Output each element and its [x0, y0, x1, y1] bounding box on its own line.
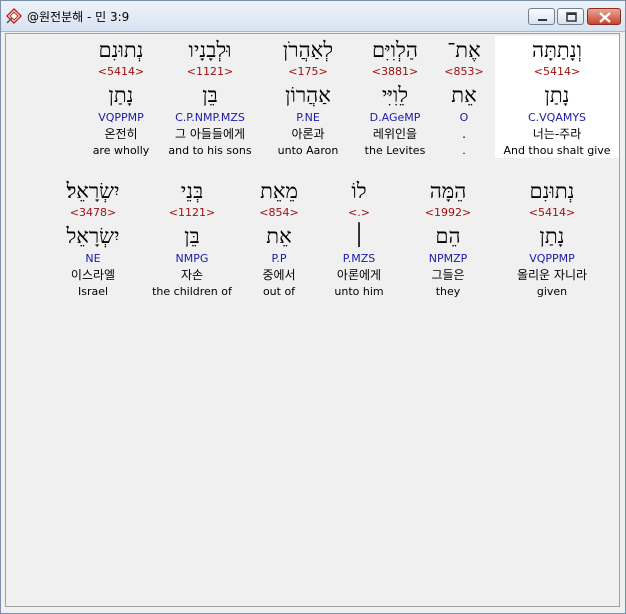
lemma-word: נָתַן	[544, 83, 570, 107]
word-column[interactable]: מֵאֵת <854> אֵת P.P 중에서 out of	[241, 177, 317, 299]
english-gloss: .	[462, 144, 466, 157]
korean-gloss: 아론에게	[336, 268, 382, 282]
english-gloss: unto him	[334, 285, 384, 298]
strong-number: <3478>	[69, 206, 117, 219]
hebrew-word: הַלְוִיִּם	[372, 38, 418, 62]
strong-number: <5414>	[533, 65, 581, 78]
close-button[interactable]	[587, 8, 621, 25]
maximize-button[interactable]	[557, 8, 584, 25]
minimize-button[interactable]	[528, 8, 555, 25]
korean-gloss: .	[462, 127, 466, 141]
lemma-word: אֵת	[266, 224, 292, 248]
morph-code: NMPG	[175, 252, 209, 265]
strong-number: <3881>	[371, 65, 419, 78]
word-column[interactable]: נְתוּנִם <5414> נָתַן VQPPMP 온전히 are wholly	[81, 36, 161, 158]
hebrew-word: לְאַהֲרֹן	[282, 38, 334, 62]
english-gloss: and to his sons	[168, 144, 252, 157]
strong-number: <853>	[444, 65, 484, 78]
korean-gloss: 온전히	[104, 127, 138, 141]
interlinear-content: וְנָתַתָּה <5414> נָתַן C.VQAMYS 너는-주라 And th…	[5, 33, 620, 607]
english-gloss: the children of	[152, 285, 232, 298]
english-gloss: they	[435, 285, 461, 298]
strong-number: <175>	[288, 65, 328, 78]
hebrew-word: וּלְבָנָיו	[188, 38, 232, 62]
lemma-word: הֵם	[435, 224, 461, 248]
korean-gloss: 레위인을	[372, 127, 418, 141]
lemma-word: אַהֲרוֹן	[285, 83, 331, 107]
korean-gloss: 그 아들들에게	[174, 127, 246, 141]
hebrew-word: לוֹ	[351, 179, 367, 203]
hebrew-word: נְתוּנִם	[98, 38, 144, 62]
strong-number: <854>	[259, 206, 299, 219]
close-icon	[599, 12, 611, 23]
english-gloss: are wholly	[92, 144, 150, 157]
morph-code: VQPPMP	[98, 111, 144, 124]
english-gloss: the Levites	[364, 144, 426, 157]
morph-code: O	[459, 111, 469, 124]
word-column[interactable]: הַלְוִיִּם <3881> לֵוִיִּי D.AGeMP 레위인을 the L…	[357, 36, 433, 158]
hebrew-word: מֵאֵת	[260, 179, 298, 203]
hebrew-word: נְתוּנִם	[529, 179, 575, 203]
morph-code: P.P	[271, 252, 287, 265]
korean-gloss: 이스라엘	[70, 268, 116, 282]
strong-number: <.>	[348, 206, 370, 219]
lemma-word: ׀	[353, 224, 365, 248]
morph-code: NPMZP	[428, 252, 468, 265]
hebrew-word: וְנָתַתָּה	[532, 38, 582, 62]
morph-code: NE	[85, 252, 101, 265]
lemma-word: בֵּן	[184, 224, 200, 248]
lemma-word: אֵת	[451, 83, 477, 107]
morph-code: C.P.NMP.MZS	[175, 111, 245, 124]
english-gloss: out of	[262, 285, 296, 298]
word-column[interactable]: הֵמָּה <1992> הֵם NPMZP 그들은 they	[401, 177, 495, 299]
lemma-word: יִשְׂרָאֵל	[66, 224, 120, 248]
morph-code: D.AGeMP	[369, 111, 421, 124]
morph-code: P.NE	[296, 111, 320, 124]
lemma-word: נָתַן	[539, 224, 565, 248]
hebrew-word: אֶת־	[447, 38, 481, 62]
strong-number: <1992>	[424, 206, 472, 219]
strong-number: <1121>	[186, 65, 234, 78]
strong-number: <5414>	[97, 65, 145, 78]
english-gloss: Israel	[77, 285, 109, 298]
minimize-icon	[538, 19, 547, 21]
word-column[interactable]: נְתוּנִם <5414> נָתַן VQPPMP 올리운 자니라 given	[495, 177, 609, 299]
morph-code: P.MZS	[342, 252, 376, 265]
word-column[interactable]: לְאַהֲרֹן <175> אַהֲרוֹן P.NE 아론과 unto Aaron	[259, 36, 357, 158]
korean-gloss: 너는-주라	[532, 127, 582, 141]
korean-gloss: 자손	[180, 268, 204, 282]
korean-gloss: 그들은	[431, 268, 465, 282]
english-gloss: given	[536, 285, 568, 298]
lemma-word: נָתַן	[108, 83, 134, 107]
korean-gloss: 아론과	[291, 127, 325, 141]
word-column[interactable]: וְנָתַתָּה <5414> נָתַן C.VQAMYS 너는-주라 And th…	[495, 36, 619, 158]
morph-code: VQPPMP	[529, 252, 575, 265]
strong-number: <1121>	[168, 206, 216, 219]
word-column[interactable]: בְּנֵי <1121> בֵּן NMPG 자손 the children of	[143, 177, 241, 299]
word-column[interactable]: אֶת־ <853> אֵת O..	[433, 36, 495, 158]
word-column[interactable]: לוֹ <.> ׀ P.MZS 아론에게 unto him	[317, 177, 401, 299]
lemma-word: בֵּן	[202, 83, 218, 107]
hebrew-word: יִשְׂרָאֵל׃	[66, 179, 120, 203]
verse-line-2: נְתוּנִם <5414> נָתַן VQPPMP 올리운 자니라 given הֵמ…	[43, 177, 609, 299]
english-gloss: unto Aaron	[277, 144, 339, 157]
title-bar[interactable]: @원전분해 - 민 3:9	[1, 1, 625, 32]
verse-line-1: וְנָתַתָּה <5414> נָתַן C.VQAMYS 너는-주라 And th…	[81, 36, 619, 158]
maximize-icon	[566, 12, 577, 22]
hebrew-word: הֵמָּה	[429, 179, 467, 203]
hebrew-word: בְּנֵי	[180, 179, 204, 203]
morph-code: C.VQAMYS	[527, 111, 587, 124]
app-window: @원전분해 - 민 3:9 וְנָתַתָּה <5414> נָתַן C.VQA…	[0, 0, 626, 614]
english-gloss: And thou shalt give	[503, 144, 611, 157]
app-diamond-icon	[6, 8, 22, 24]
korean-gloss: 올리운 자니라	[516, 268, 588, 282]
lemma-word: לֵוִיִּי	[381, 83, 409, 107]
window-title: @원전분해 - 민 3:9	[27, 10, 130, 24]
strong-number: <5414>	[528, 206, 576, 219]
word-column[interactable]: יִשְׂרָאֵל׃ <3478> יִשְׂרָאֵל NE 이스라엘 Israel	[43, 177, 143, 299]
korean-gloss: 중에서	[262, 268, 296, 282]
word-column[interactable]: וּלְבָנָיו <1121> בֵּן C.P.NMP.MZS 그 아들들에게 an…	[161, 36, 259, 158]
